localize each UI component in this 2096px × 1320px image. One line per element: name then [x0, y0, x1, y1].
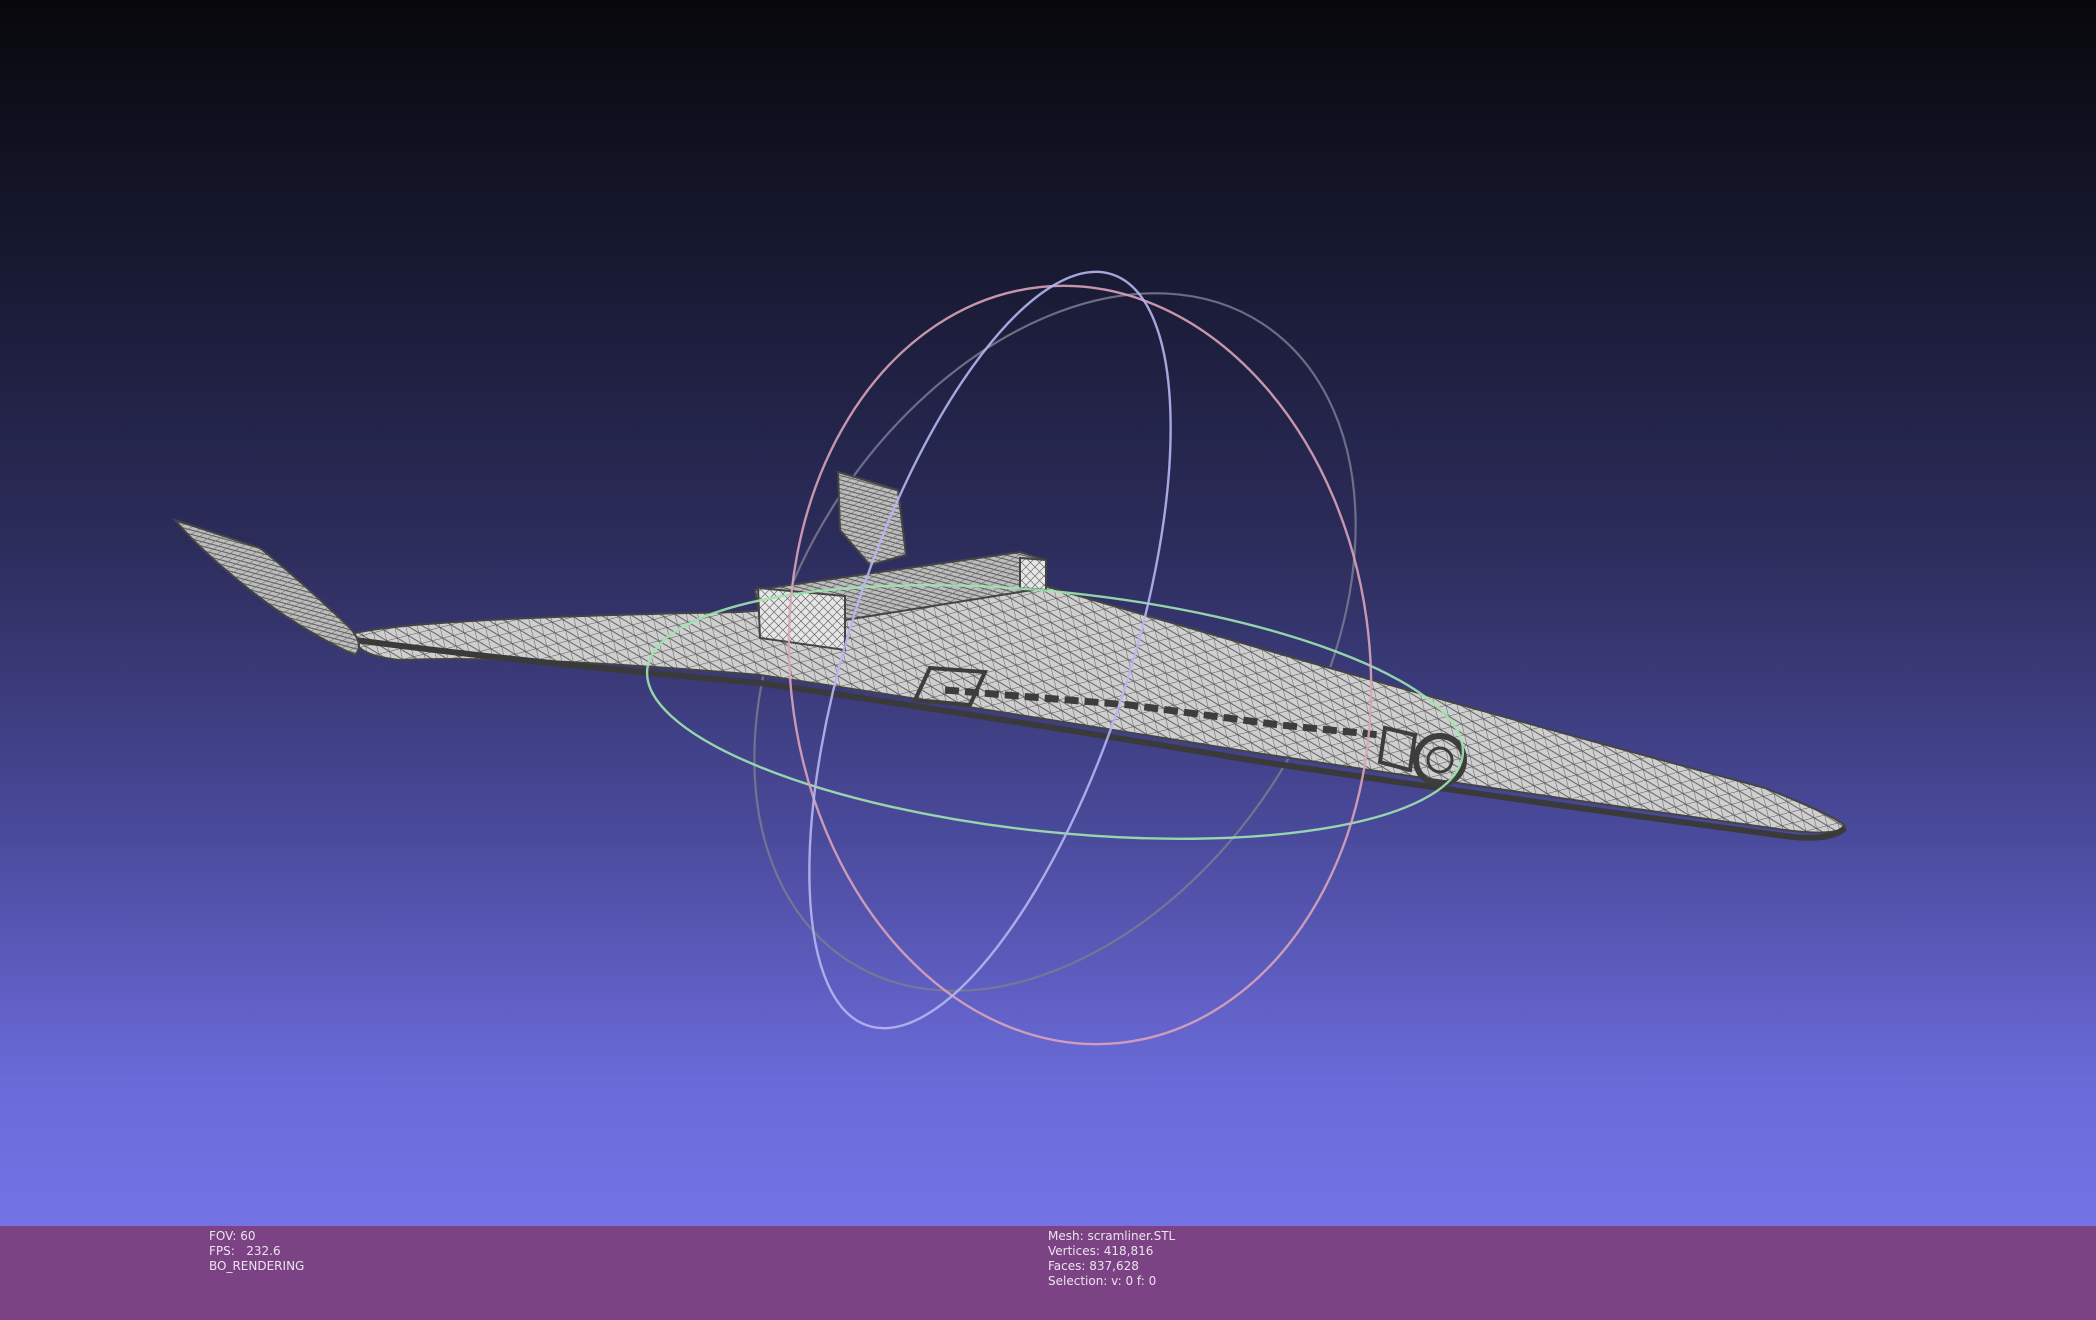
fps-line: FPS: 232.6	[209, 1244, 304, 1259]
faces-label: Faces:	[1048, 1259, 1086, 1273]
fov-label: FOV:	[209, 1229, 237, 1243]
fov-line: FOV: 60	[209, 1229, 304, 1244]
selection-value: v: 0 f: 0	[1111, 1274, 1157, 1288]
mesh-name: scramliner.STL	[1087, 1229, 1176, 1243]
mesh-engine-rear	[1019, 556, 1047, 592]
vertices-value: 418,816	[1103, 1244, 1154, 1258]
mesh-canard	[171, 517, 360, 657]
selection-line: Selection: v: 0 f: 0	[1048, 1274, 1175, 1289]
mesh-model[interactable]	[171, 470, 1848, 841]
selection-label: Selection:	[1048, 1274, 1108, 1288]
vertices-label: Vertices:	[1048, 1244, 1100, 1258]
status-info-bar: FOV: 60 FPS: 232.6 BO_RENDERING Mesh: sc…	[0, 1226, 2096, 1320]
faces-line: Faces: 837,628	[1048, 1259, 1175, 1274]
render-mode: BO_RENDERING	[209, 1259, 305, 1273]
viewport-canvas[interactable]	[0, 0, 2096, 1226]
mesh-wing-surface	[353, 584, 1847, 834]
vertices-line: Vertices: 418,816	[1048, 1244, 1175, 1259]
fps-value: 232.6	[246, 1244, 281, 1258]
fov-value: 60	[240, 1229, 256, 1243]
mesh-tail-fin	[836, 470, 908, 567]
mesh-label: Mesh:	[1048, 1229, 1084, 1243]
render-info: FOV: 60 FPS: 232.6 BO_RENDERING	[209, 1229, 304, 1274]
mesh-line: Mesh: scramliner.STL	[1048, 1229, 1175, 1244]
faces-value: 837,628	[1089, 1259, 1139, 1273]
3d-viewport[interactable]	[0, 0, 2096, 1226]
fps-label: FPS:	[209, 1244, 235, 1258]
mesh-info: Mesh: scramliner.STL Vertices: 418,816 F…	[1048, 1229, 1175, 1289]
